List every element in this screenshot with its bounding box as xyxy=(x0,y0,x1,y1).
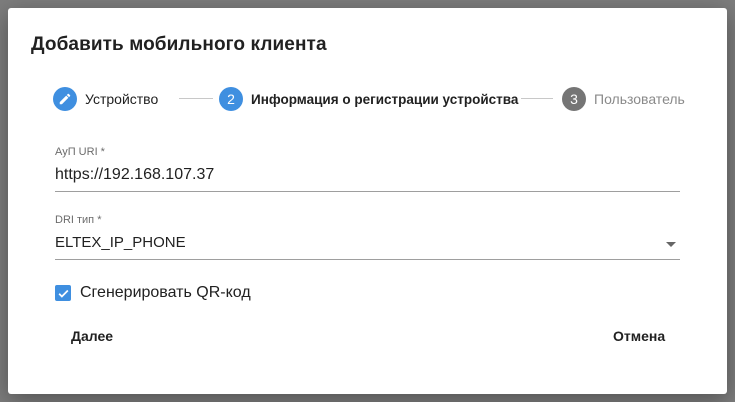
step-registration-info[interactable]: 2 Информация о регистрации устройства xyxy=(219,86,518,112)
dri-type-underline xyxy=(55,259,680,260)
step-number-3: 3 xyxy=(562,87,586,111)
checkmark-icon xyxy=(58,289,68,298)
aup-uri-input[interactable]: https://192.168.107.37 xyxy=(55,166,680,184)
step-registration-info-label: Информация о регистрации устройства xyxy=(251,91,519,107)
add-mobile-client-dialog: Добавить мобильного клиента Устройство 2… xyxy=(8,8,727,394)
stepper: Устройство 2 Информация о регистрации ус… xyxy=(53,86,693,112)
dri-type-label: DRI тип * xyxy=(55,214,102,226)
step-device[interactable]: Устройство xyxy=(53,86,158,112)
dropdown-arrow-icon[interactable] xyxy=(666,242,676,247)
pencil-icon xyxy=(53,87,77,111)
dialog-title: Добавить мобильного клиента xyxy=(31,34,327,55)
cancel-button[interactable]: Отмена xyxy=(613,328,665,344)
step-connector xyxy=(521,98,553,99)
aup-uri-field[interactable]: АуП URI * https://192.168.107.37 xyxy=(55,146,680,194)
next-button[interactable]: Далее xyxy=(71,328,113,344)
step-device-label: Устройство xyxy=(85,91,159,107)
generate-qr-row[interactable]: Сгенерировать QR-код xyxy=(55,284,251,302)
step-user-label: Пользователь xyxy=(594,91,685,107)
generate-qr-label: Сгенерировать QR-код xyxy=(80,284,251,301)
dri-type-value: ELTEX_IP_PHONE xyxy=(55,234,186,251)
step-connector xyxy=(179,98,213,99)
step-user[interactable]: 3 Пользователь xyxy=(562,86,685,112)
step-number-2: 2 xyxy=(219,87,243,111)
dri-type-select[interactable]: DRI тип * ELTEX_IP_PHONE xyxy=(55,214,680,262)
aup-uri-underline xyxy=(55,191,680,192)
generate-qr-checkbox[interactable] xyxy=(55,285,71,301)
aup-uri-label: АуП URI * xyxy=(55,146,105,158)
